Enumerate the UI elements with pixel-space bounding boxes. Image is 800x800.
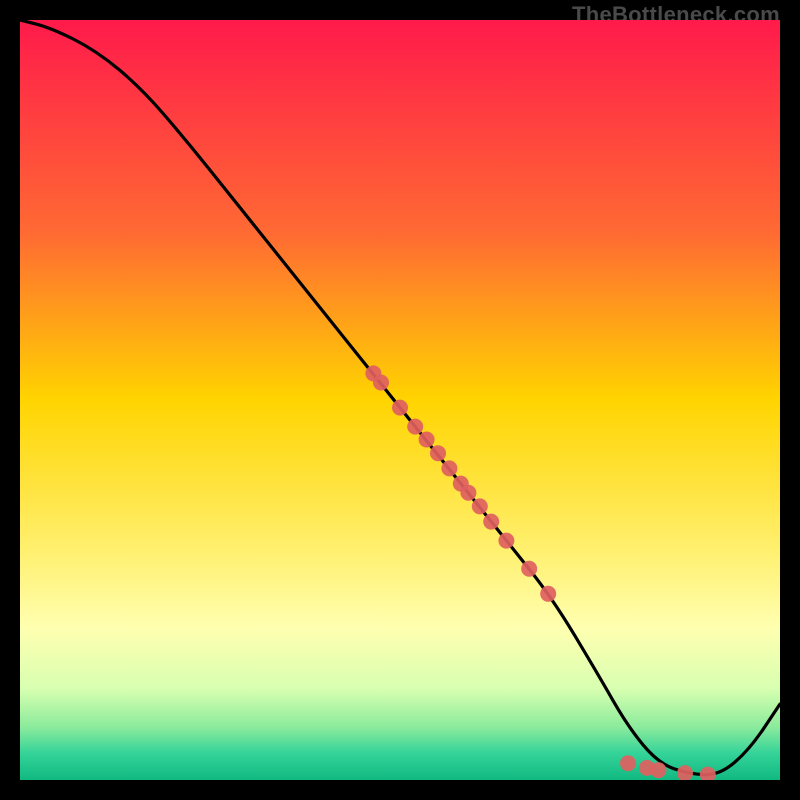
data-point xyxy=(472,498,488,514)
data-point xyxy=(498,533,514,549)
chart-frame: TheBottleneck.com xyxy=(0,0,800,800)
plot-area xyxy=(20,20,780,780)
data-point xyxy=(441,460,457,476)
data-point xyxy=(407,419,423,435)
data-point xyxy=(373,375,389,391)
data-point xyxy=(419,432,435,448)
data-point xyxy=(620,755,636,771)
data-point xyxy=(430,445,446,461)
data-point xyxy=(460,485,476,501)
data-point xyxy=(392,400,408,416)
chart-svg xyxy=(20,20,780,780)
data-point xyxy=(650,762,666,778)
data-point xyxy=(483,514,499,530)
data-point xyxy=(521,561,537,577)
data-point xyxy=(540,586,556,602)
